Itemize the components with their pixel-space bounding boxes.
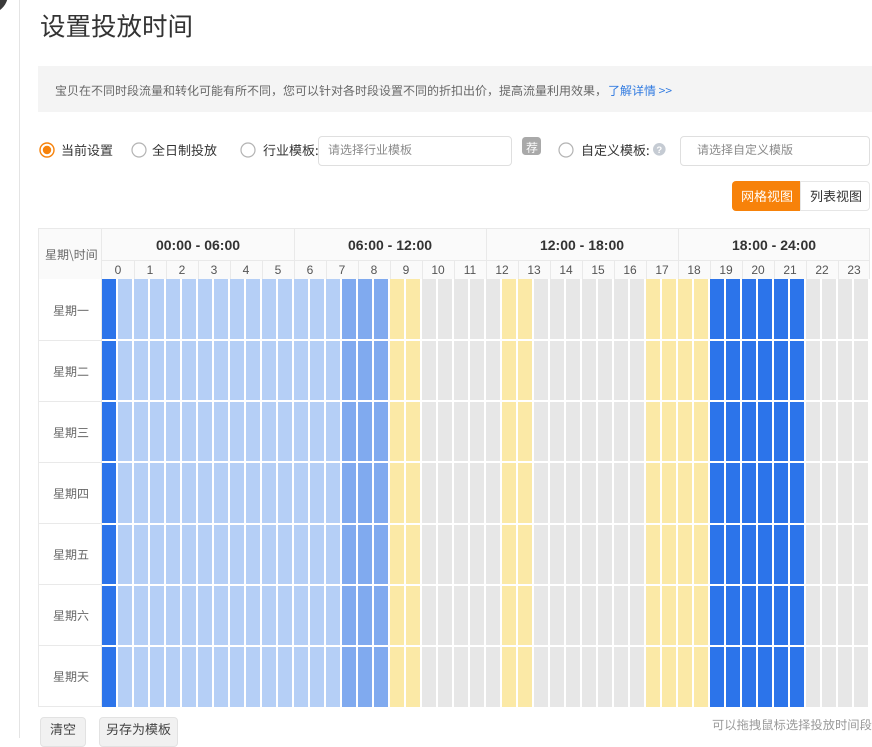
svg-text:?: ? <box>656 145 662 156</box>
